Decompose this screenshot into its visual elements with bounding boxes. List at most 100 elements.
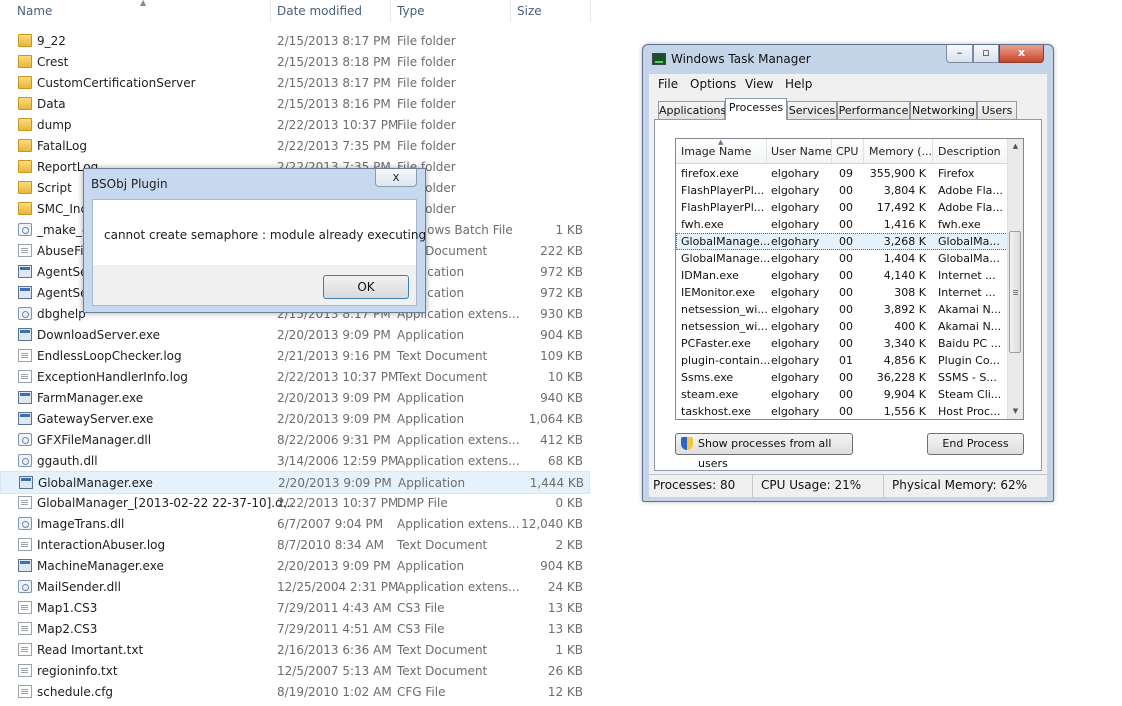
tab-users[interactable]: Users (977, 101, 1017, 119)
close-button[interactable]: x (999, 45, 1044, 63)
file-size: 904 KB (540, 559, 583, 573)
tab-networking[interactable]: Networking (910, 101, 977, 119)
scroll-down-icon[interactable]: ▼ (1008, 404, 1023, 419)
file-row[interactable]: EndlessLoopChecker.log 2/21/2013 9:16 PM T… (0, 345, 590, 366)
column-divider[interactable] (932, 139, 933, 163)
file-date-modified: 2/20/2013 9:09 PM (278, 476, 392, 490)
column-divider[interactable] (510, 0, 511, 22)
column-divider[interactable] (766, 139, 767, 163)
task-manager-app-icon (652, 53, 666, 65)
process-list-scrollbar[interactable]: ▲ ▼ (1007, 139, 1023, 419)
column-divider[interactable] (270, 0, 271, 22)
process-cpu: 00 (839, 303, 853, 316)
end-process-button[interactable]: End Process (927, 433, 1024, 455)
column-name[interactable]: Name (17, 4, 52, 18)
file-type: Text Document (397, 370, 488, 384)
file-row[interactable]: GFXFileManager.dll 8/22/2006 9:31 PM Appli… (0, 429, 590, 450)
status-processes: Processes: 80 (649, 475, 753, 497)
process-row[interactable]: PCFaster.exe elgohary 00 3,340 K Baidu PC ..… (676, 335, 1010, 352)
file-size: 13 KB (547, 622, 583, 636)
file-size: 972 KB (540, 265, 583, 279)
column-memory[interactable]: Memory (... (869, 145, 932, 158)
file-row[interactable]: DownloadServer.exe 2/20/2013 9:09 PM Appli… (0, 324, 590, 345)
file-row[interactable]: ggauth.dll 3/14/2006 12:59 PM Application … (0, 450, 590, 471)
file-row[interactable]: ExceptionHandlerInfo.log 2/22/2013 10:37 … (0, 366, 590, 387)
file-row[interactable]: GlobalManager_[2013-02-22 22-37-10].d...… (0, 492, 590, 513)
process-row[interactable]: IEMonitor.exe elgohary 00 308 K Internet ... (676, 284, 1010, 301)
menu-view[interactable]: View (745, 77, 773, 91)
file-row[interactable]: MachineManager.exe 2/20/2013 9:09 PM Appli… (0, 555, 590, 576)
tab-services[interactable]: Services (787, 101, 837, 119)
file-row[interactable]: Read Imortant.txt 2/16/2013 6:36 AM Text D… (0, 639, 590, 660)
column-image-name[interactable]: Image Name (681, 145, 751, 158)
process-row[interactable]: steam.exe elgohary 00 9,904 K Steam Cli... (676, 386, 1010, 403)
file-row[interactable]: Crest 2/15/2013 8:18 PM File folder (0, 51, 590, 72)
file-row[interactable]: MailSender.dll 12/25/2004 2:31 PM Applicat… (0, 576, 590, 597)
menu-file[interactable]: File (658, 77, 678, 91)
file-name: AgentSe (37, 286, 88, 300)
file-size: 0 KB (555, 496, 583, 510)
scroll-up-icon[interactable]: ▲ (1008, 139, 1023, 154)
column-divider[interactable] (390, 0, 391, 22)
process-description: Firefox (938, 167, 975, 180)
column-divider[interactable] (863, 139, 864, 163)
file-row[interactable]: InteractionAbuser.log 8/7/2010 8:34 AM Tex… (0, 534, 590, 555)
file-row[interactable]: schedule.cfg 8/19/2010 1:02 AM CFG File 12 … (0, 681, 590, 702)
file-row[interactable]: FatalLog 2/22/2013 7:35 PM File folder (0, 135, 590, 156)
process-row[interactable]: plugin-contain... elgohary 01 4,856 K Plugin… (676, 352, 1010, 369)
process-row[interactable]: taskhost.exe elgohary 00 1,556 K Host Proc..… (676, 403, 1010, 419)
process-row[interactable]: FlashPlayerPl... elgohary 00 17,492 K Adobe … (676, 199, 1010, 216)
process-memory: 36,228 K (876, 371, 926, 384)
process-row[interactable]: GlobalManage... elgohary 00 3,268 K GlobalMa… (676, 233, 1010, 250)
tab-performance[interactable]: Performance (837, 101, 910, 119)
menu-help[interactable]: Help (785, 77, 812, 91)
file-row[interactable]: 9_22 2/15/2013 8:17 PM File folder (0, 30, 590, 51)
process-row[interactable]: IDMan.exe elgohary 00 4,140 K Internet ... (676, 267, 1010, 284)
show-all-processes-button[interactable]: Show processes from all users (675, 433, 853, 470)
process-row[interactable]: FlashPlayerPl... elgohary 00 3,804 K Adobe F… (676, 182, 1010, 199)
file-type: Text Document (397, 664, 488, 678)
process-image-name: firefox.exe (681, 167, 739, 180)
column-divider[interactable] (831, 139, 832, 163)
column-size[interactable]: Size (517, 4, 542, 18)
file-row[interactable]: Map1.CS3 7/29/2011 4:43 AM CS3 File 13 KB (0, 597, 590, 618)
file-row[interactable]: FarmManager.exe 2/20/2013 9:09 PM Applicat… (0, 387, 590, 408)
maximize-button[interactable]: ▫ (973, 45, 999, 63)
file-row[interactable]: Data 2/15/2013 8:16 PM File folder (0, 93, 590, 114)
column-cpu[interactable]: CPU (836, 145, 858, 158)
scrollbar-thumb[interactable] (1009, 231, 1021, 353)
ok-button[interactable]: OK (323, 275, 409, 299)
process-row[interactable]: GlobalManage... elgohary 00 1,404 K GlobalMa… (676, 250, 1010, 267)
file-type: File folder (397, 118, 456, 132)
file-row[interactable]: GlobalManager.exe 2/20/2013 9:09 PM Applic… (0, 471, 590, 494)
column-user-name[interactable]: User Name (771, 145, 832, 158)
file-row[interactable]: dump 2/22/2013 10:37 PM File folder (0, 114, 590, 135)
file-row[interactable]: regioninfo.txt 12/5/2007 5:13 AM Text Docu… (0, 660, 590, 681)
column-type[interactable]: Type (397, 4, 425, 18)
process-row[interactable]: netsession_wi... elgohary 00 3,892 K Akamai … (676, 301, 1010, 318)
file-type: Application extens... (397, 517, 520, 531)
process-row[interactable]: Ssms.exe elgohary 00 36,228 K SSMS - S... (676, 369, 1010, 386)
process-row[interactable]: fwh.exe elgohary 00 1,416 K fwh.exe (676, 216, 1010, 233)
process-row[interactable]: netsession_wi... elgohary 00 400 K Akamai N.… (676, 318, 1010, 335)
tab-processes[interactable]: Processes (725, 98, 787, 120)
process-memory: 4,140 K (883, 269, 926, 282)
process-row[interactable]: firefox.exe elgohary 09 355,900 K Firefox (676, 165, 1010, 182)
menu-options[interactable]: Options (690, 77, 736, 91)
file-type: File folder (397, 34, 456, 48)
dialog-close-button[interactable]: x (375, 169, 417, 187)
file-row[interactable]: GatewayServer.exe 2/20/2013 9:09 PM Applic… (0, 408, 590, 429)
file-size: 12 KB (547, 685, 583, 699)
file-row[interactable]: CustomCertificationServer 2/15/2013 8:17 … (0, 72, 590, 93)
tab-applications[interactable]: Applications (658, 101, 726, 119)
column-divider[interactable] (590, 0, 591, 22)
process-list[interactable]: ▲ Image Name User Name CPU Memory (... D… (675, 138, 1024, 420)
process-cpu: 00 (839, 286, 853, 299)
file-name: schedule.cfg (37, 685, 114, 699)
file-row[interactable]: ImageTrans.dll 6/7/2007 9:04 PM Applicatio… (0, 513, 590, 534)
file-row[interactable]: Map2.CS3 7/29/2011 4:51 AM CS3 File 13 KB (0, 618, 590, 639)
show-all-processes-label: Show processes from all users (698, 437, 832, 470)
minimize-button[interactable]: – (946, 45, 973, 63)
column-date-modified[interactable]: Date modified (277, 4, 362, 18)
column-description[interactable]: Description (938, 145, 1001, 158)
